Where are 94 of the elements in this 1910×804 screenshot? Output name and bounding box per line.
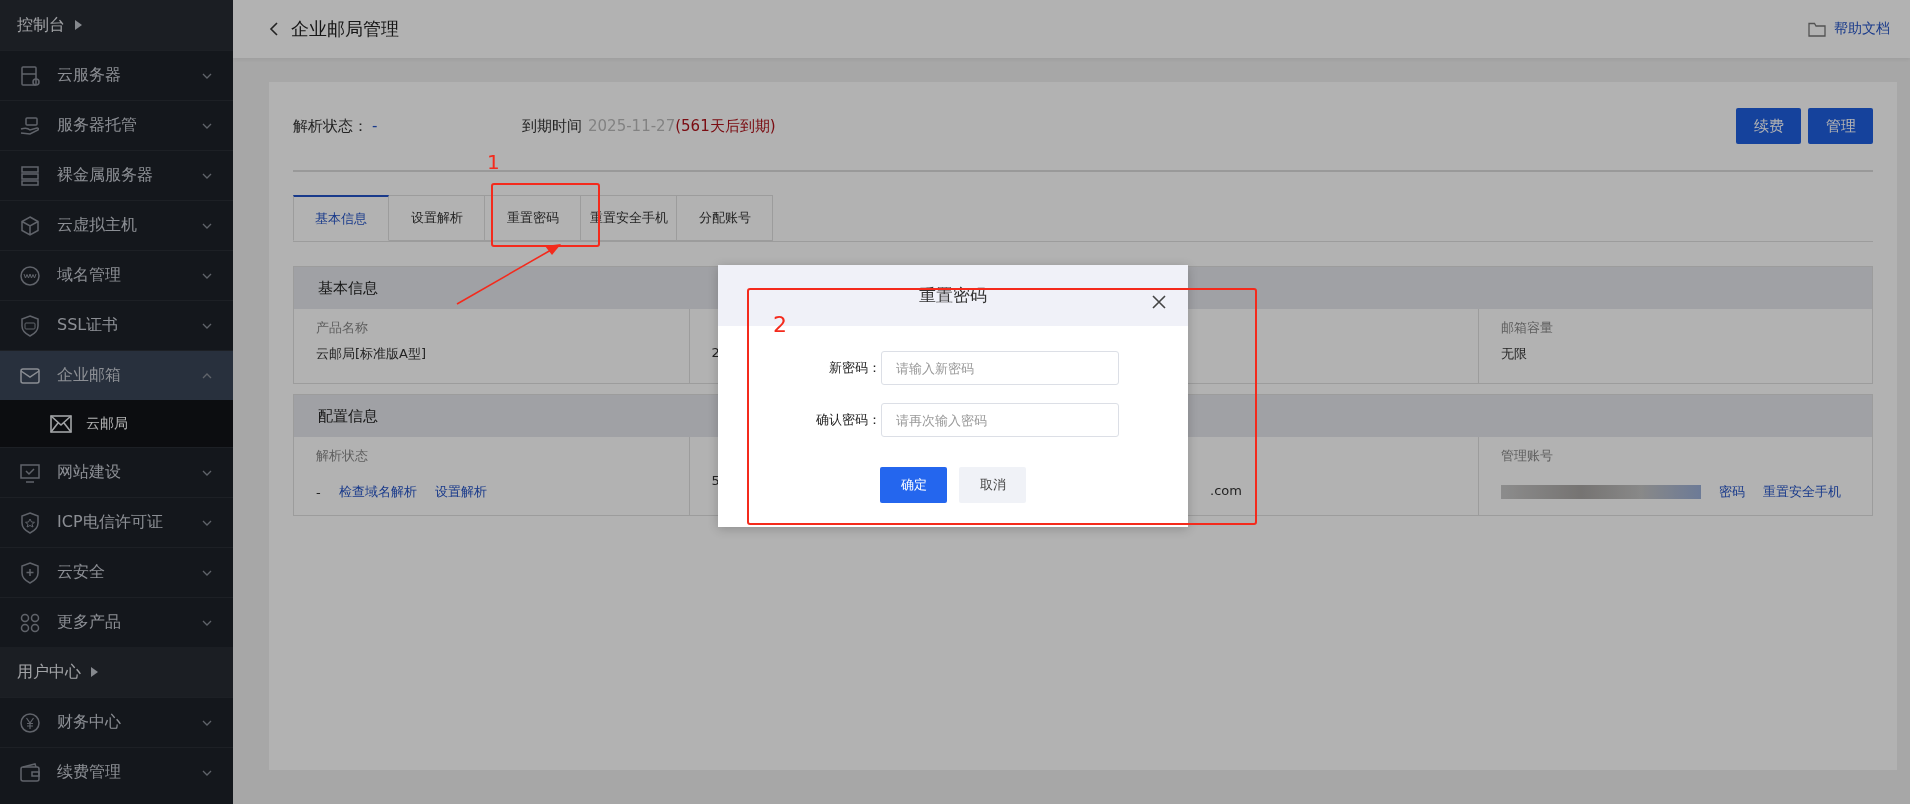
- sidebar-item[interactable]: ICP电信许可证: [0, 497, 233, 547]
- chevron-icon: [201, 271, 213, 280]
- input-field[interactable]: 请再次输入密码: [881, 403, 1119, 437]
- field-value: -: [316, 484, 321, 500]
- sidebar-item[interactable]: 云虚拟主机: [0, 200, 233, 250]
- field-value: 云邮局[标准版A型]: [316, 346, 427, 361]
- chevron-icon: [201, 121, 213, 130]
- shield-icon: [19, 561, 41, 584]
- sidebar-section[interactable]: 控制台: [0, 0, 233, 50]
- sidebar-item-label: 云虚拟主机: [57, 215, 138, 236]
- field-label: 管理账号: [1500, 448, 1553, 463]
- chevron-icon: [201, 371, 213, 380]
- sidebar-item-label: 财务中心: [57, 712, 122, 733]
- sidebar-item[interactable]: 云安全: [0, 547, 233, 597]
- field-label: 邮箱容量: [1500, 320, 1553, 335]
- more-icon: [19, 611, 41, 634]
- sidebar-item-label: 云安全: [57, 562, 106, 583]
- sidebar-subitem-label: 云邮局: [86, 414, 128, 433]
- tab[interactable]: 基本信息: [293, 195, 389, 241]
- section-title: 配置信息: [318, 406, 378, 426]
- sidebar-item-label: 域名管理: [57, 265, 122, 286]
- chevron-icon: [201, 71, 213, 80]
- chevron-icon: [201, 618, 213, 627]
- input-field[interactable]: 请输入新密码: [881, 351, 1119, 385]
- action-link[interactable]: 设置解析: [434, 483, 487, 501]
- screen-icon: [19, 461, 41, 484]
- sidebar-section[interactable]: 用户中心: [0, 647, 233, 697]
- sidebar-item-label: 云服务器: [57, 65, 122, 86]
- field-value: 2: [711, 345, 720, 360]
- sidebar-subitem[interactable]: 云邮局: [0, 400, 233, 447]
- chevron-icon: [201, 221, 213, 230]
- sidebar-item[interactable]: 域名管理: [0, 250, 233, 300]
- server-icon: [19, 64, 41, 87]
- cube-icon: [19, 214, 41, 237]
- www-icon: [19, 264, 41, 287]
- action-button[interactable]: 管理: [1808, 108, 1873, 144]
- envelope-icon: [50, 414, 72, 433]
- expiry-label: 到期时间: [522, 116, 582, 136]
- sidebar-item[interactable]: 云服务器: [0, 50, 233, 100]
- annotation-number: 2: [773, 312, 787, 337]
- confirm-button[interactable]: 确定: [880, 467, 947, 503]
- sidebar-item-label: 服务器托管: [57, 115, 138, 136]
- page-title: 企业邮局管理: [291, 17, 399, 41]
- caret-icon: [75, 20, 82, 30]
- chevron-icon: [201, 518, 213, 527]
- action-link[interactable]: 密码: [1718, 483, 1745, 501]
- sidebar-item-label: 企业邮箱: [57, 365, 122, 386]
- caret-icon: [91, 667, 98, 677]
- chevron-icon: [201, 171, 213, 180]
- wallet-icon: [19, 761, 41, 784]
- section-title: 基本信息: [318, 278, 378, 298]
- field-label: 确认密码：: [815, 411, 881, 429]
- sidebar-item-label: ICP电信许可证: [57, 512, 164, 533]
- annotation-number: 1: [487, 150, 500, 174]
- tab[interactable]: 分配账号: [677, 195, 773, 241]
- chevron-icon: [201, 568, 213, 577]
- sidebar-item[interactable]: 服务器托管: [0, 100, 233, 150]
- sidebar-item-label: 网站建设: [57, 462, 122, 483]
- chevron-icon: [201, 718, 213, 727]
- sidebar-item[interactable]: 网站建设: [0, 447, 233, 497]
- rack-icon: [19, 164, 41, 187]
- status-value: -: [372, 117, 379, 135]
- status-label: 解析状态：: [293, 116, 368, 136]
- hand-icon: [19, 114, 41, 137]
- action-link[interactable]: 检查域名解析: [338, 483, 417, 501]
- sidebar-item-label: 更多产品: [57, 612, 122, 633]
- field-label: 产品名称: [316, 320, 368, 335]
- action-link[interactable]: 重置安全手机: [1762, 483, 1841, 501]
- sidebar-item[interactable]: 续费管理: [0, 747, 233, 797]
- chevron-icon: [201, 468, 213, 477]
- sidebar-item[interactable]: 财务中心: [0, 697, 233, 747]
- badge-icon: [19, 511, 41, 534]
- close-icon[interactable]: [1152, 295, 1166, 309]
- field-value: .com: [1210, 483, 1242, 498]
- tab[interactable]: 设置解析: [389, 195, 485, 241]
- folder-icon: [1808, 21, 1826, 37]
- sidebar-item-label: SSL证书: [57, 315, 120, 336]
- cancel-button[interactable]: 取消: [959, 467, 1026, 503]
- field-value: 无限: [1500, 346, 1527, 361]
- tab[interactable]: 重置密码: [485, 195, 581, 241]
- help-link[interactable]: 帮助文档: [1834, 20, 1890, 38]
- sidebar-item-label: 裸金属服务器: [57, 165, 154, 186]
- chevron-icon: [201, 768, 213, 777]
- field-label: 新密码：: [828, 359, 881, 377]
- field-label: 解析状态: [316, 448, 368, 463]
- sidebar-item[interactable]: 企业邮箱: [0, 350, 233, 400]
- action-button[interactable]: 续费: [1736, 108, 1801, 144]
- chevron-icon: [201, 321, 213, 330]
- ssl-icon: [19, 314, 41, 337]
- yen-icon: [19, 711, 41, 734]
- sidebar-item[interactable]: 裸金属服务器: [0, 150, 233, 200]
- back-icon[interactable]: [269, 21, 279, 37]
- expiry-note: (561天后到期): [675, 116, 776, 136]
- sidebar-item-label: 续费管理: [57, 762, 122, 783]
